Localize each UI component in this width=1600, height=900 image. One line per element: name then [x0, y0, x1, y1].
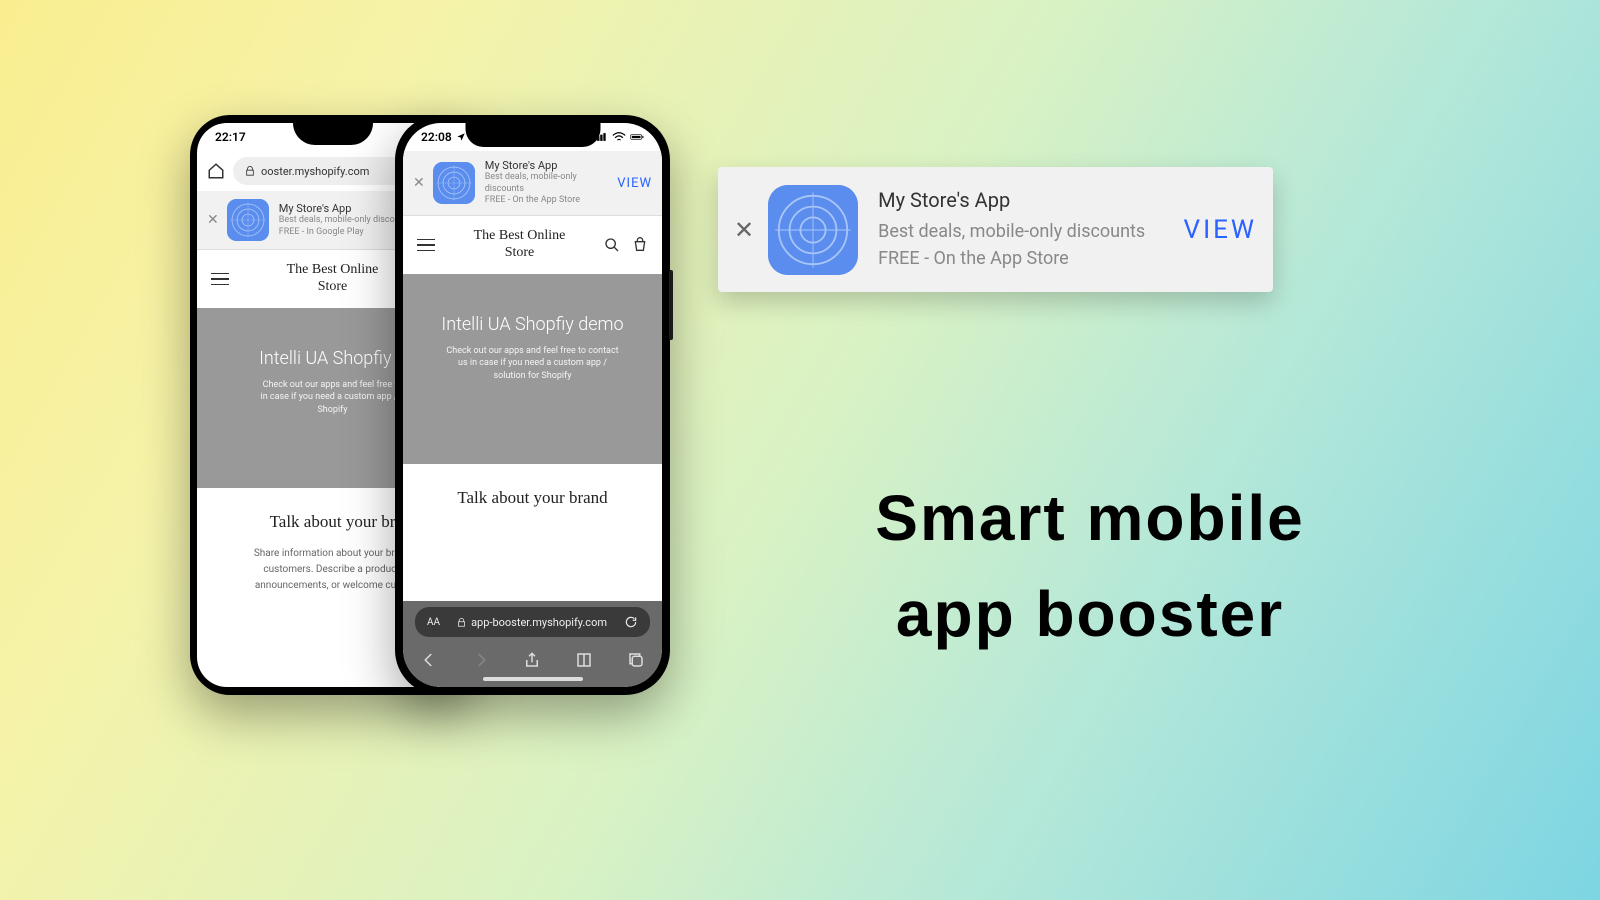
forward-icon[interactable]: [471, 651, 491, 669]
ios-url-bar[interactable]: AA app-booster.myshopify.com: [415, 607, 650, 637]
standalone-smart-banner: ✕ My Store's App Best deals, mobile-only…: [718, 167, 1273, 292]
side-button: [669, 270, 673, 340]
bookmarks-icon[interactable]: [574, 651, 594, 669]
ios-smart-banner: ✕ My Store's App Best deals, mobile-only…: [403, 151, 662, 216]
banner-free-line: FREE - On the App Store: [485, 195, 612, 207]
app-icon: [433, 162, 475, 204]
home-indicator: [483, 677, 583, 681]
lock-icon: [245, 166, 255, 176]
location-icon: [456, 132, 466, 142]
store-title: The Best Online Store: [435, 228, 604, 262]
app-icon: [227, 199, 269, 241]
share-icon[interactable]: [522, 651, 542, 669]
view-button[interactable]: VIEW: [1184, 215, 1257, 245]
home-icon[interactable]: [207, 162, 225, 180]
cart-icon[interactable]: [632, 237, 648, 253]
close-icon[interactable]: ✕: [734, 216, 754, 244]
ios-notch: [465, 123, 600, 147]
hero-subtitle: Check out our apps and feel free to cont…: [423, 345, 642, 383]
search-icon[interactable]: [604, 237, 620, 253]
banner-title: My Store's App: [878, 188, 1171, 212]
headline: Smart mobile app booster: [740, 470, 1440, 662]
brand-title: Talk about your brand: [421, 488, 644, 508]
status-time: 22:08: [421, 130, 452, 144]
hamburger-icon[interactable]: [417, 239, 435, 252]
store-header: The Best Online Store: [403, 216, 662, 274]
hero-title: Intelli UA Shopfiy demo: [423, 314, 642, 335]
banner-subtitle: Best deals, mobile-only discounts: [485, 172, 612, 195]
banner-title: My Store's App: [485, 159, 612, 172]
text-size-icon[interactable]: AA: [427, 617, 440, 628]
status-time: 22:17: [215, 130, 246, 144]
close-icon[interactable]: ✕: [413, 175, 425, 191]
url-text: app-booster.myshopify.com: [471, 616, 607, 629]
ios-phone-mockup: 22:08 ✕ My Store's App Best deals, mobil…: [395, 115, 670, 695]
lock-icon: [457, 618, 466, 627]
tabs-icon[interactable]: [626, 651, 646, 669]
status-icons: [594, 132, 644, 142]
hero-section: Intelli UA Shopfiy demo Check out our ap…: [403, 274, 662, 464]
reload-icon[interactable]: [624, 615, 638, 629]
hamburger-icon[interactable]: [211, 273, 229, 286]
close-icon[interactable]: ✕: [207, 212, 219, 228]
android-notch: [293, 123, 373, 145]
back-icon[interactable]: [419, 651, 439, 669]
brand-section: Talk about your brand: [403, 464, 662, 602]
ios-bottom-toolbar: AA app-booster.myshopify.com: [403, 601, 662, 687]
status-left: 22:08: [421, 130, 466, 144]
url-text: ooster.myshopify.com: [261, 165, 369, 178]
banner-subtitle-1: Best deals, mobile-only discounts: [878, 218, 1171, 245]
app-icon: [768, 185, 858, 275]
view-button[interactable]: VIEW: [617, 176, 652, 191]
banner-subtitle-2: FREE - On the App Store: [878, 245, 1171, 272]
